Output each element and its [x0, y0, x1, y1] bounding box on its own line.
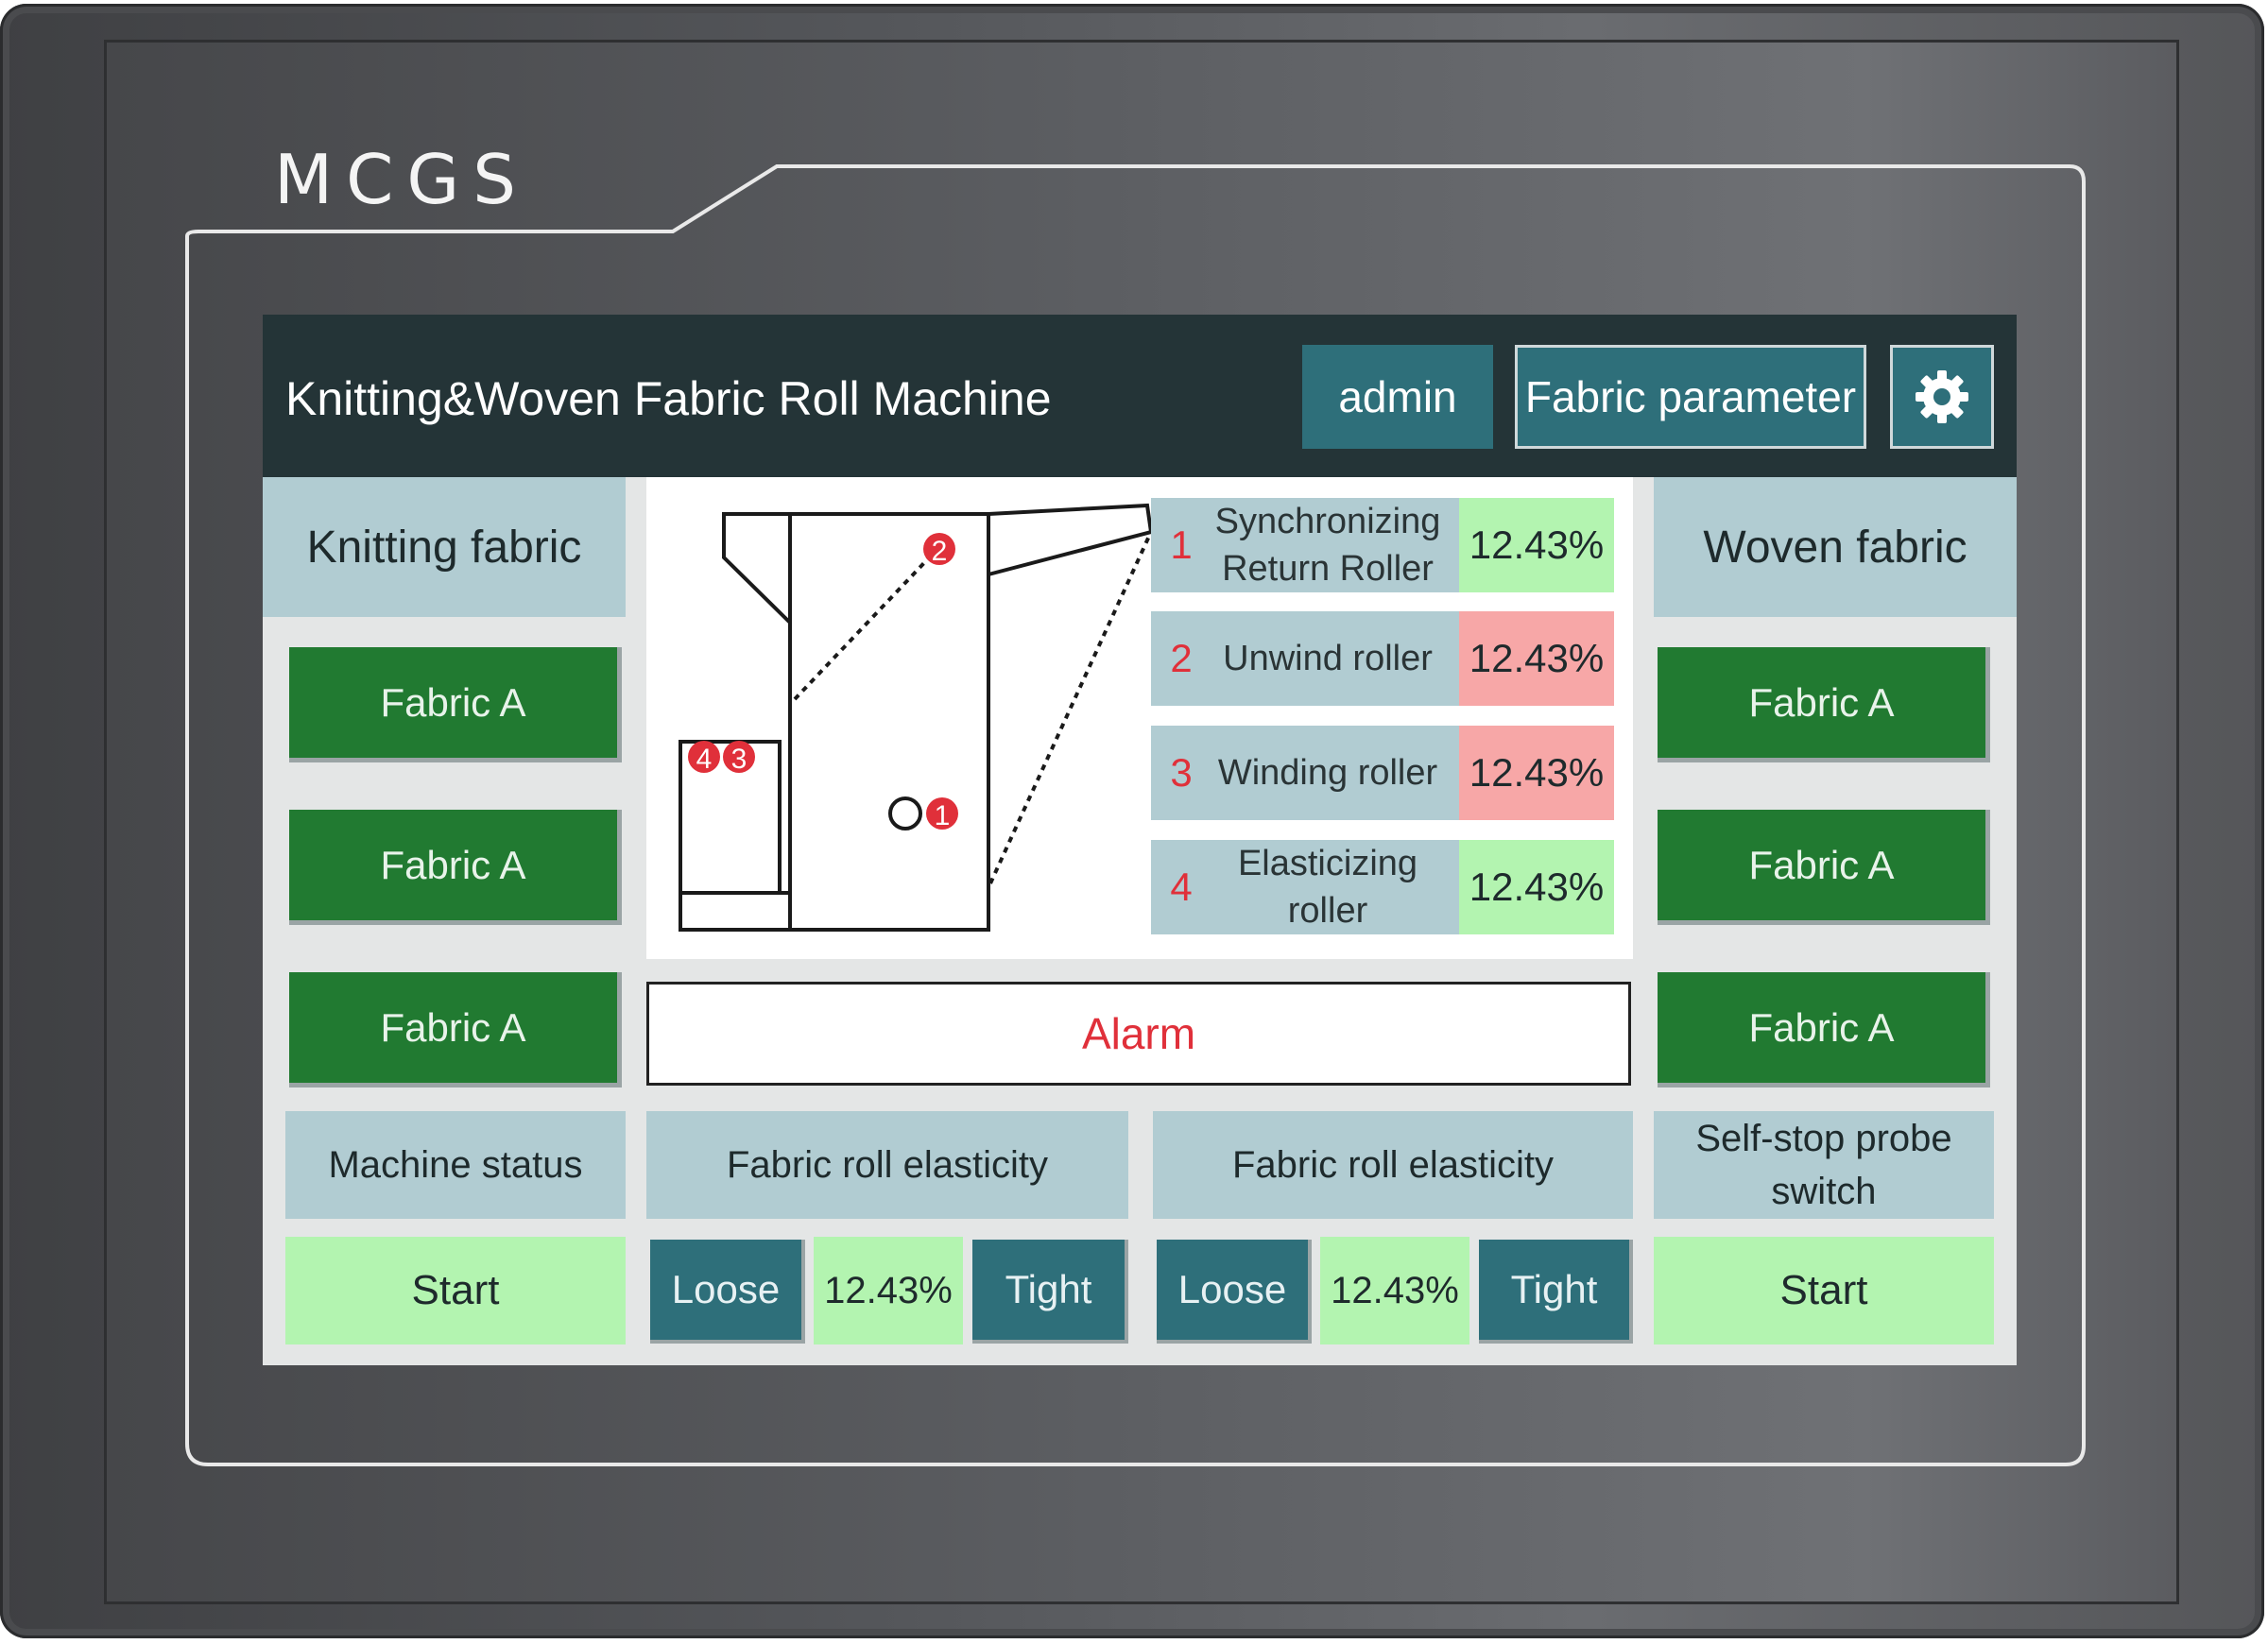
roller-name: Elasticizing roller — [1237, 844, 1418, 931]
roller-value: 12.43% — [1459, 726, 1614, 820]
tight-button-2[interactable]: Tight — [1479, 1240, 1633, 1344]
roller-value: 12.43% — [1459, 498, 1614, 592]
knitting-fabric-a-button-1[interactable]: Fabric A — [289, 647, 622, 762]
self-stop-probe-title: Self-stop probe switch — [1654, 1111, 1994, 1219]
roller-value: 12.43% — [1459, 840, 1614, 934]
knitting-fabric-a-button-3[interactable]: Fabric A — [289, 972, 622, 1087]
knitting-fabric-a-button-2[interactable]: Fabric A — [289, 810, 622, 925]
self-stop-start-button[interactable]: Start — [1654, 1237, 1994, 1344]
roller-name: Synchronizing Return Roller — [1214, 502, 1441, 589]
roller-row-2: 2 Unwind roller 12.43% — [1151, 611, 1614, 706]
roller-name: Unwind roller — [1223, 639, 1433, 678]
roller-marker-1: 1 — [926, 797, 958, 831]
roller-number: 1 — [1170, 522, 1193, 567]
tight-button-1[interactable]: Tight — [972, 1240, 1128, 1344]
loose-button-1[interactable]: Loose — [650, 1240, 805, 1344]
svg-text:1: 1 — [935, 800, 951, 831]
roller-row-4: 4 Elasticizing roller 12.43% — [1151, 840, 1614, 934]
fabric-roll-elasticity-title-1: Fabric roll elasticity — [646, 1111, 1128, 1219]
alarm-display[interactable]: Alarm — [646, 982, 1631, 1086]
gear-icon — [1916, 370, 1968, 423]
hmi-screen: Knitting&Woven Fabric Roll Machine admin… — [263, 315, 2017, 1365]
roller-name: Winding roller — [1217, 753, 1438, 793]
svg-text:4: 4 — [696, 744, 713, 775]
machine-status-title: Machine status — [285, 1111, 626, 1219]
fabric-parameter-button[interactable]: Fabric parameter — [1515, 345, 1866, 449]
brand-logo: MCGS — [274, 140, 529, 219]
roller-row-1: 1 Synchronizing Return Roller 12.43% — [1151, 498, 1614, 592]
user-button[interactable]: admin — [1302, 345, 1493, 449]
roller-number: 2 — [1170, 636, 1193, 680]
app-title: Knitting&Woven Fabric Roll Machine — [285, 372, 1052, 425]
roller-row-3: 3 Winding roller 12.43% — [1151, 726, 1614, 820]
elasticity-value-2: 12.43% — [1320, 1237, 1469, 1344]
svg-text:3: 3 — [731, 744, 747, 775]
elasticity-value-1: 12.43% — [814, 1237, 963, 1344]
settings-button[interactable] — [1890, 345, 1994, 449]
knitting-fabric-title: Knitting fabric — [263, 477, 626, 617]
header-bar: Knitting&Woven Fabric Roll Machine admin… — [263, 315, 2017, 477]
woven-fabric-a-button-3[interactable]: Fabric A — [1658, 972, 1990, 1087]
roller-marker-3: 3 — [723, 741, 755, 775]
machine-status-start-button[interactable]: Start — [285, 1237, 626, 1344]
svg-text:2: 2 — [932, 536, 948, 567]
woven-fabric-a-button-1[interactable]: Fabric A — [1658, 647, 1990, 762]
machine-diagram-panel: 2 4 3 1 1 Synchronizing Return Roller 12… — [646, 477, 1633, 959]
woven-fabric-a-button-2[interactable]: Fabric A — [1658, 810, 1990, 925]
roller-number: 3 — [1170, 750, 1193, 795]
woven-fabric-title: Woven fabric — [1654, 477, 2017, 617]
roller-markers: 2 4 3 1 — [688, 533, 958, 831]
fabric-roll-elasticity-title-2: Fabric roll elasticity — [1153, 1111, 1633, 1219]
roller-marker-4: 4 — [688, 741, 720, 775]
roller-number: 4 — [1170, 865, 1193, 909]
loose-button-2[interactable]: Loose — [1157, 1240, 1312, 1344]
roller-value: 12.43% — [1459, 611, 1614, 706]
roller-marker-2: 2 — [923, 533, 955, 567]
